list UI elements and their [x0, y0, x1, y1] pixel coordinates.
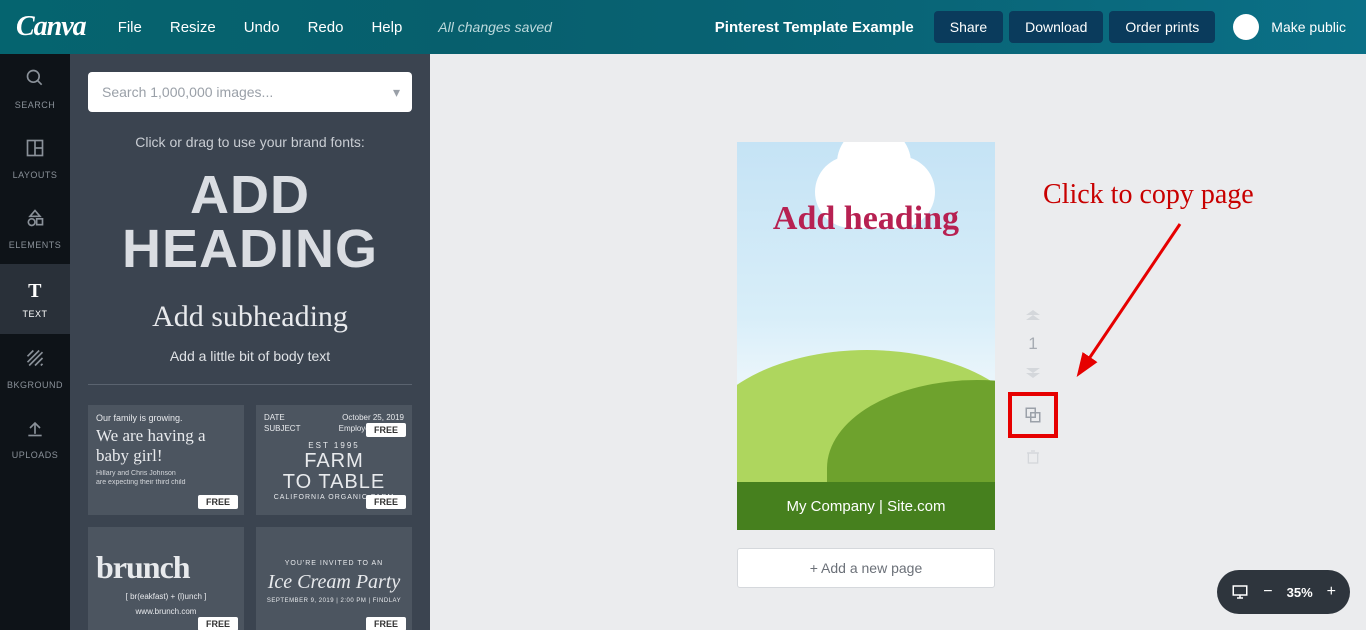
canvas-area: Add heading My Company | Site.com 1 + Ad…: [430, 54, 1366, 630]
free-badge: FREE: [366, 495, 406, 509]
text-template[interactable]: YOU'RE INVITED TO AN Ice Cream Party SEP…: [256, 527, 412, 630]
annotation-text: Click to copy page: [1043, 179, 1254, 211]
tpl-text: FARM: [264, 452, 404, 471]
page-footer-text[interactable]: My Company | Site.com: [737, 482, 995, 530]
tpl-text: Hillary and Chris Johnson: [96, 469, 236, 478]
tpl-text: We are having a baby girl!: [96, 426, 236, 465]
tpl-text: are expecting their third child: [96, 478, 236, 487]
text-template[interactable]: DATE October 25, 2019 SUBJECT Employee O…: [256, 405, 412, 515]
tpl-text: [ br(eakfast) + (l)unch ]: [96, 592, 236, 601]
menu-undo[interactable]: Undo: [244, 19, 280, 36]
layouts-icon: [25, 138, 45, 164]
main-menu: File Resize Undo Redo Help: [118, 19, 403, 36]
copy-page-button[interactable]: [1008, 392, 1058, 438]
menu-redo[interactable]: Redo: [308, 19, 344, 36]
free-badge: FREE: [366, 617, 406, 630]
side-nav: SEARCH LAYOUTS ELEMENTS T TEXT BKGROUND: [0, 54, 70, 630]
elements-icon: [25, 208, 45, 234]
present-icon[interactable]: [1231, 583, 1249, 601]
menu-resize[interactable]: Resize: [170, 19, 216, 36]
add-subheading-button[interactable]: Add subheading: [88, 300, 412, 334]
free-badge: FREE: [198, 495, 238, 509]
zoom-control: − 35% +: [1217, 570, 1350, 614]
save-status: All changes saved: [438, 19, 552, 35]
free-badge: FREE: [366, 423, 406, 437]
nav-uploads[interactable]: UPLOADS: [0, 404, 70, 474]
tpl-text: Ice Cream Party: [264, 571, 404, 594]
zoom-out-button[interactable]: −: [1263, 583, 1272, 601]
make-public-toggle[interactable]: Make public: [1271, 19, 1346, 35]
delete-page-icon[interactable]: [1022, 446, 1044, 468]
nav-label: ELEMENTS: [9, 240, 62, 250]
design-page[interactable]: Add heading My Company | Site.com: [737, 142, 995, 530]
tpl-text: YOU'RE INVITED TO AN: [264, 560, 404, 567]
document-title[interactable]: Pinterest Template Example: [715, 19, 914, 36]
nav-label: TEXT: [22, 309, 47, 319]
top-toolbar: Canva File Resize Undo Redo Help All cha…: [0, 0, 1366, 54]
nav-label: UPLOADS: [12, 450, 59, 460]
chevron-down-icon: ▾: [393, 84, 400, 101]
nav-text[interactable]: T TEXT: [0, 264, 70, 334]
menu-help[interactable]: Help: [371, 19, 402, 36]
tpl-text: SUBJECT: [264, 424, 300, 433]
canva-logo[interactable]: Canva: [16, 11, 86, 43]
brand-fonts-hint: Click or drag to use your brand fonts:: [88, 134, 412, 150]
add-new-page-button[interactable]: + Add a new page: [737, 548, 995, 588]
annotation-arrow: [1050, 204, 1210, 424]
tpl-text: www.brunch.com: [96, 607, 236, 616]
add-body-text-button[interactable]: Add a little bit of body text: [88, 348, 412, 364]
text-icon: T: [28, 280, 42, 303]
nav-search[interactable]: SEARCH: [0, 54, 70, 124]
page-controls: 1: [1008, 304, 1058, 468]
tpl-text: EST 1995: [264, 441, 404, 450]
tpl-text: brunch: [96, 549, 236, 586]
nav-label: SEARCH: [15, 100, 56, 110]
nav-background[interactable]: BKGROUND: [0, 334, 70, 404]
search-placeholder: Search 1,000,000 images...: [102, 84, 273, 100]
page-number: 1: [1028, 334, 1037, 354]
zoom-in-button[interactable]: +: [1327, 583, 1336, 601]
tpl-text: DATE: [264, 413, 285, 422]
share-button[interactable]: Share: [934, 11, 1003, 43]
nav-layouts[interactable]: LAYOUTS: [0, 124, 70, 194]
move-down-icon[interactable]: [1022, 362, 1044, 384]
tpl-text: Our family is growing.: [96, 413, 236, 423]
nav-label: BKGROUND: [7, 380, 63, 390]
search-input[interactable]: Search 1,000,000 images... ▾: [88, 72, 412, 112]
upload-icon: [25, 418, 45, 444]
text-templates-grid: Our family is growing. We are having a b…: [88, 405, 412, 630]
search-icon: [25, 68, 45, 94]
nav-elements[interactable]: ELEMENTS: [0, 194, 70, 264]
zoom-value[interactable]: 35%: [1287, 585, 1313, 600]
add-heading-button[interactable]: ADD HEADING: [88, 168, 412, 276]
tpl-text: SEPTEMBER 9, 2019 | 2:00 PM | FINDLAY: [264, 598, 404, 604]
move-up-icon[interactable]: [1022, 304, 1044, 326]
order-prints-button[interactable]: Order prints: [1109, 11, 1215, 43]
menu-file[interactable]: File: [118, 19, 142, 36]
divider: [88, 384, 412, 385]
tpl-text: TO TABLE: [264, 473, 404, 492]
free-badge: FREE: [198, 617, 238, 630]
tpl-text: October 25, 2019: [342, 413, 404, 422]
text-panel: Search 1,000,000 images... ▾ Click or dr…: [70, 54, 430, 630]
download-button[interactable]: Download: [1009, 11, 1103, 43]
avatar[interactable]: [1233, 14, 1259, 40]
background-icon: [25, 348, 45, 374]
nav-label: LAYOUTS: [13, 170, 58, 180]
page-heading-text[interactable]: Add heading: [749, 200, 983, 238]
text-template[interactable]: brunch [ br(eakfast) + (l)unch ] www.bru…: [88, 527, 244, 630]
text-template[interactable]: Our family is growing. We are having a b…: [88, 405, 244, 515]
